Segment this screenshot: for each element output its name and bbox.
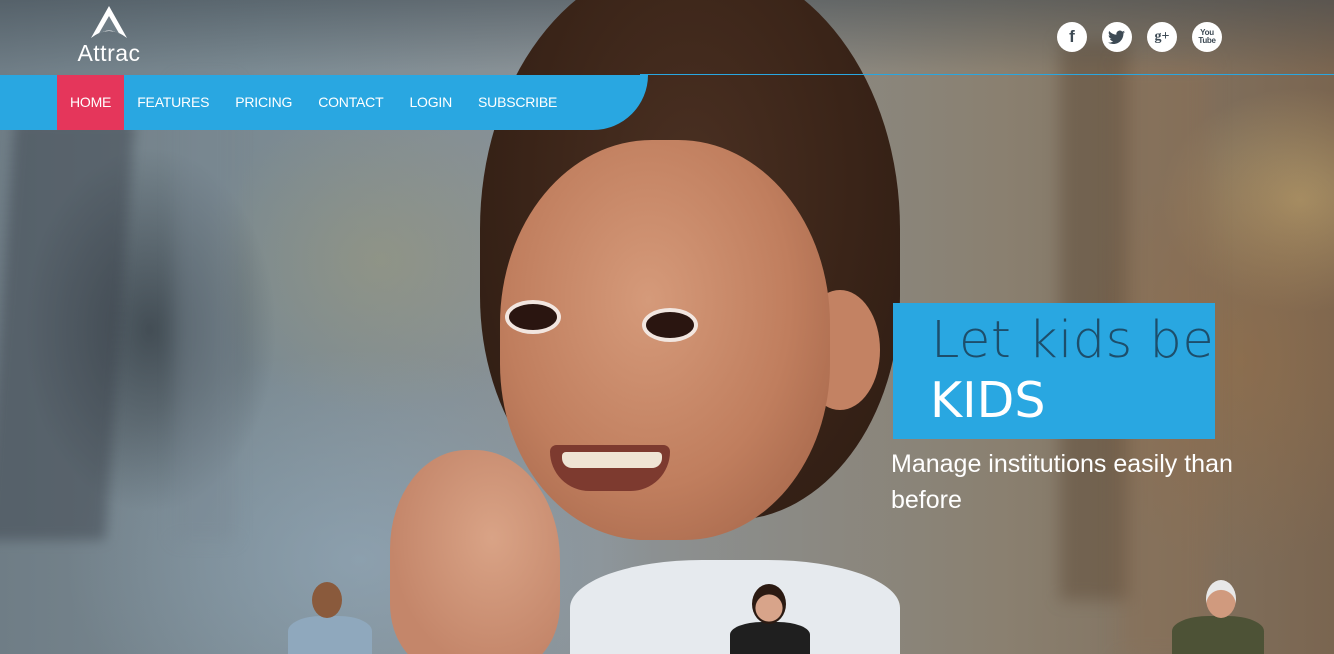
- nav-item-pricing[interactable]: PRICING: [222, 75, 305, 130]
- social-links: f g+ You Tube: [1057, 22, 1222, 52]
- person-thumbnail-student: [288, 582, 372, 654]
- nav-item-home[interactable]: HOME: [57, 75, 125, 130]
- brand-name: Attrac: [77, 40, 141, 66]
- youtube-icon[interactable]: You Tube: [1192, 22, 1222, 52]
- hero-tagline-bold: KIDS: [930, 372, 1046, 429]
- person-thumbnail-principal: [1172, 580, 1264, 654]
- hero-tagline-light: Let kids be: [931, 311, 1215, 370]
- nav-item-login[interactable]: LOGIN: [396, 75, 465, 130]
- main-navbar: HOME FEATURES PRICING CONTACT LOGIN SUBS…: [0, 75, 648, 130]
- facebook-icon[interactable]: f: [1057, 22, 1087, 52]
- hero-subtitle: Manage institutions easily than before: [891, 450, 1233, 514]
- logo-chevron-icon: [91, 6, 127, 38]
- person-thumbnail-teacher: [730, 584, 810, 654]
- twitter-icon[interactable]: [1102, 22, 1132, 52]
- nav-item-features[interactable]: FEATURES: [124, 75, 222, 130]
- brand-logo[interactable]: Attrac: [74, 4, 144, 66]
- nav-divider-line: [640, 74, 1334, 75]
- google-plus-icon[interactable]: g+: [1147, 22, 1177, 52]
- hero-tagline-box: Let kids be KIDS: [893, 303, 1215, 439]
- nav-item-subscribe[interactable]: SUBSCRIBE: [465, 75, 570, 130]
- nav-item-contact[interactable]: CONTACT: [305, 75, 396, 130]
